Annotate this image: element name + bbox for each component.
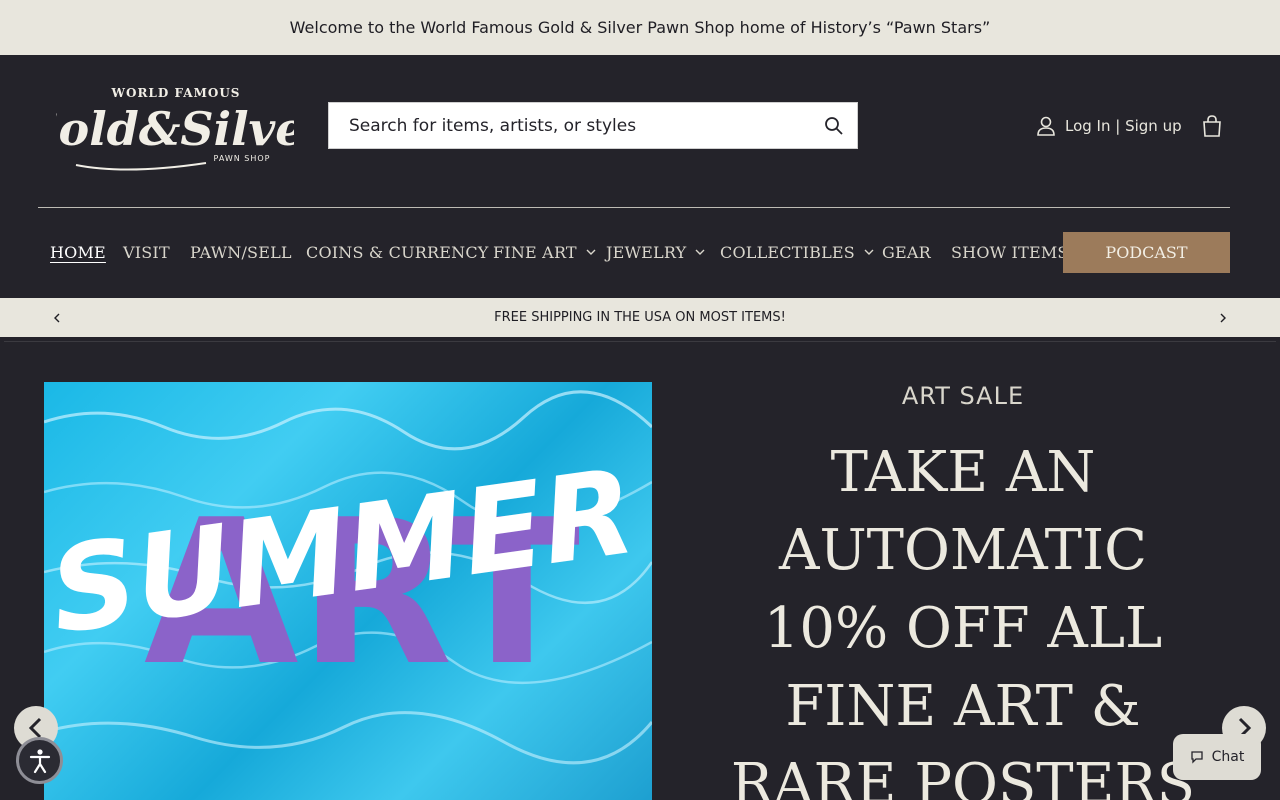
nav-label: COINS & CURRENCY <box>306 242 489 262</box>
nav-item-show-items[interactable]: SHOW ITEMS <box>951 232 1069 272</box>
nav-item-jewelry[interactable]: JEWELRY <box>606 232 706 272</box>
promo-bar: FREE SHIPPING IN THE USA ON MOST ITEMS! <box>0 298 1280 337</box>
nav-item-fine-art[interactable]: FINE ART <box>493 232 597 272</box>
hero-title: TAKE AN AUTOMATIC 10% OFF ALL FINE ART &… <box>730 440 1196 800</box>
podcast-button[interactable]: PODCAST <box>1063 232 1230 273</box>
nav-item-collectibles[interactable]: COLLECTIBLES <box>720 232 875 272</box>
nav-item-gear[interactable]: GEAR <box>882 232 931 272</box>
hero-kicker: ART SALE <box>901 382 1025 410</box>
chevron-left-icon <box>54 313 60 323</box>
cart-button[interactable] <box>1199 113 1225 139</box>
nav-label: FINE ART <box>493 242 577 262</box>
nav-item-home[interactable]: HOME <box>50 232 106 272</box>
login-signup-link[interactable]: Log In | Sign up <box>1035 112 1182 140</box>
search-bar <box>328 102 858 149</box>
nav-item-coins-currency[interactable]: COINS & CURRENCY <box>306 232 489 272</box>
search-icon <box>825 116 843 135</box>
nav-label: JEWELRY <box>606 242 687 262</box>
nav-label: GEAR <box>882 242 931 262</box>
summer-art-image[interactable]: ART SUMMER <box>44 382 652 800</box>
accessibility-button[interactable] <box>16 737 63 784</box>
chat-label: Chat <box>1211 749 1245 765</box>
search-input[interactable] <box>329 103 811 148</box>
chevron-down-icon <box>695 249 705 255</box>
chat-button[interactable]: Chat <box>1173 734 1261 780</box>
announcement-text: Welcome to the World Famous Gold & Silve… <box>289 18 991 37</box>
nav-item-visit[interactable]: VISIT <box>123 232 170 272</box>
nav-label: PAWN/SELL <box>190 242 292 262</box>
promo-text: FREE SHIPPING IN THE USA ON MOST ITEMS! <box>494 310 786 325</box>
hero-slide: ART SUMMER ART SALE TAKE AN AUTOMATIC 10… <box>4 341 1276 800</box>
search-button[interactable] <box>811 103 857 148</box>
chevron-down-icon <box>864 249 874 255</box>
site-header: WORLD FAMOUS Gold&Silver PAWN SHOP Log I… <box>0 55 1280 298</box>
main-nav: HOME VISIT PAWN/SELL COINS & CURRENCY FI… <box>38 232 1230 273</box>
accessibility-icon <box>29 748 50 773</box>
nav-item-pawn-sell[interactable]: PAWN/SELL <box>190 232 292 272</box>
nav-label: HOME <box>50 242 106 262</box>
chevron-down-icon <box>586 249 596 255</box>
chevron-right-icon <box>1220 313 1226 323</box>
nav-label: VISIT <box>123 242 170 262</box>
nav-label: COLLECTIBLES <box>720 242 855 262</box>
account-label: Log In | Sign up <box>1065 117 1182 135</box>
nav-label: SHOW ITEMS <box>951 242 1069 262</box>
promo-next-button[interactable] <box>1213 308 1233 328</box>
svg-text:WORLD FAMOUS: WORLD FAMOUS <box>111 86 241 100</box>
water-ripples: ART SUMMER <box>44 390 652 765</box>
site-logo[interactable]: WORLD FAMOUS Gold&Silver PAWN SHOP <box>19 77 333 177</box>
promo-prev-button[interactable] <box>47 308 67 328</box>
announcement-bar: Welcome to the World Famous Gold & Silve… <box>0 0 1280 55</box>
svg-text:PAWN SHOP: PAWN SHOP <box>214 154 271 163</box>
chat-bubble-icon <box>1190 751 1203 764</box>
header-divider <box>38 207 1230 208</box>
svg-text:Gold&Silver: Gold&Silver <box>56 102 294 156</box>
shopping-bag-icon <box>1203 115 1221 137</box>
user-icon <box>1037 116 1055 136</box>
